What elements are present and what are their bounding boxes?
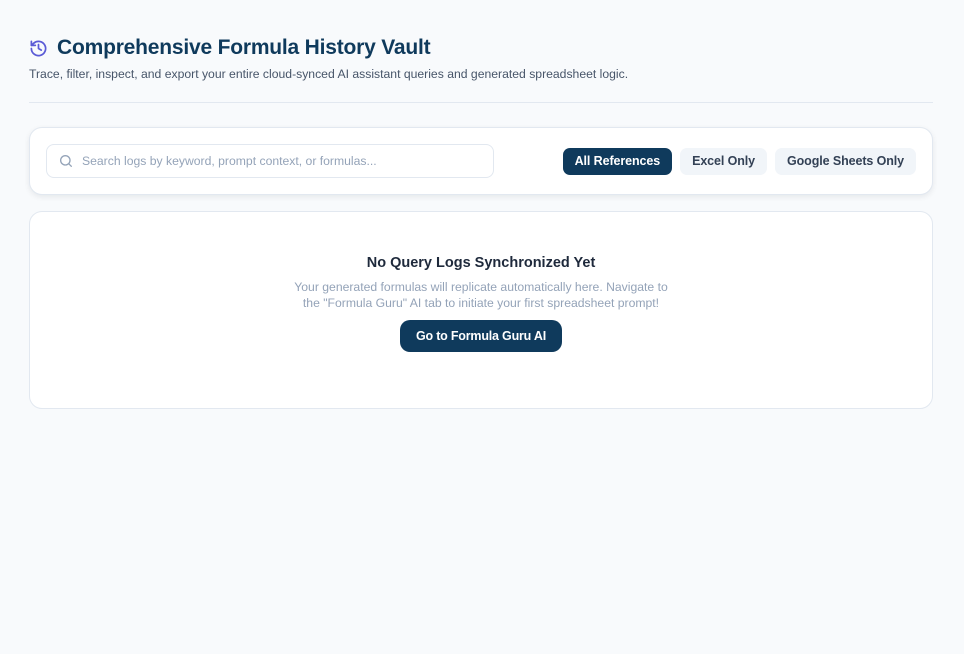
search-box[interactable] (46, 144, 494, 178)
go-to-formula-guru-button[interactable]: Go to Formula Guru AI (399, 320, 563, 352)
empty-state-message: Your generated formulas will replicate a… (294, 280, 668, 310)
header-divider (29, 102, 933, 103)
filter-excel-only-button[interactable]: Excel Only (680, 147, 768, 175)
page-title: Comprehensive Formula History Vault (57, 36, 431, 59)
title-row: Comprehensive Formula History Vault (29, 36, 933, 60)
search-icon (58, 153, 74, 169)
history-vault-page: Comprehensive Formula History Vault Trac… (0, 0, 964, 654)
empty-state-title: No Query Logs Synchronized Yet (366, 255, 596, 271)
source-filter-group: All References Excel Only Google Sheets … (562, 147, 916, 175)
filter-google-sheets-only-button[interactable]: Google Sheets Only (775, 147, 916, 175)
page-subtitle: Trace, filter, inspect, and export your … (29, 67, 629, 81)
search-input[interactable] (82, 154, 482, 168)
page-header: Comprehensive Formula History Vault Trac… (29, 0, 933, 81)
empty-state-card: No Query Logs Synchronized Yet Your gene… (29, 211, 933, 409)
filter-all-references-button[interactable]: All References (562, 147, 673, 175)
history-icon (29, 39, 48, 58)
filter-bar: All References Excel Only Google Sheets … (29, 127, 933, 195)
